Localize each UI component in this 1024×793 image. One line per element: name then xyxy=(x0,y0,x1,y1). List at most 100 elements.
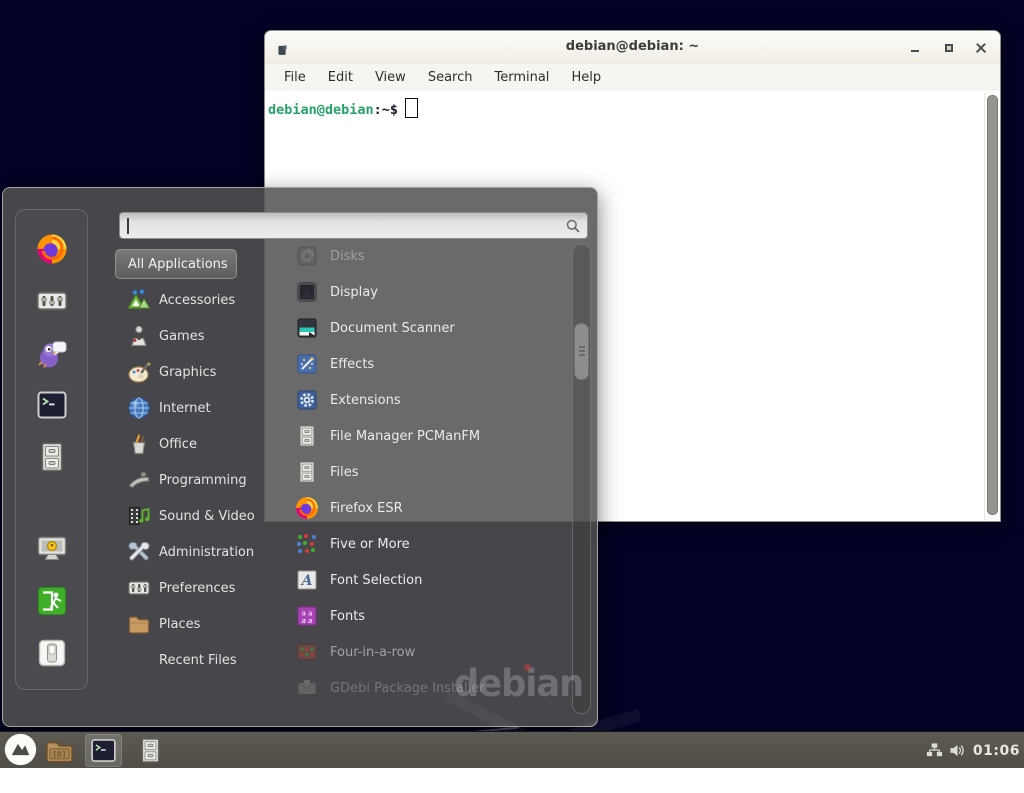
app-item-font-selection[interactable]: AFont Selection xyxy=(285,562,563,598)
minimize-button[interactable] xyxy=(902,31,928,64)
favorite-button[interactable] xyxy=(34,337,70,369)
session-button[interactable] xyxy=(34,585,70,617)
app-label: Firefox ESR xyxy=(330,501,403,516)
category-item-programming[interactable]: Programming xyxy=(115,462,283,498)
favorite-button[interactable] xyxy=(34,441,70,473)
menubar-item-search[interactable]: Search xyxy=(417,67,484,88)
clock[interactable]: 01:06 xyxy=(973,743,1020,759)
preferences-icon xyxy=(127,576,151,600)
taskbar-launcher-menu-logo[interactable] xyxy=(4,733,37,766)
category-item-sound-video[interactable]: Sound & Video xyxy=(115,498,283,534)
lock-screen-icon xyxy=(36,533,68,565)
app-item-file-manager-pcmanfm[interactable]: File Manager PCManFM xyxy=(285,418,563,454)
category-item-graphics[interactable]: Graphics xyxy=(115,354,283,390)
minimize-icon xyxy=(911,50,919,52)
taskbar-launcher-folder[interactable]: [D] xyxy=(44,738,75,764)
terminal-scrollbar[interactable] xyxy=(984,92,999,520)
volume-icon[interactable] xyxy=(949,742,966,759)
category-item-accessories[interactable]: Accessories xyxy=(115,282,283,318)
app-item-document-scanner[interactable]: Document Scanner xyxy=(285,310,563,346)
category-item-office[interactable]: Office xyxy=(115,426,283,462)
svg-text:A: A xyxy=(300,573,313,589)
category-label: Recent Files xyxy=(159,653,237,668)
file-cabinet-icon xyxy=(295,424,319,448)
app-item-display[interactable]: Display xyxy=(285,274,563,310)
terminal-cursor xyxy=(405,98,418,118)
file-cabinet-icon xyxy=(295,460,319,484)
category-item-administration[interactable]: Administration xyxy=(115,534,283,570)
app-item-disks[interactable]: Disks xyxy=(285,238,563,274)
app-item-effects[interactable]: Effects xyxy=(285,346,563,382)
app-label: Five or More xyxy=(330,537,410,552)
favorite-button[interactable] xyxy=(34,285,70,317)
gdebi-icon xyxy=(295,676,319,700)
network-icon[interactable] xyxy=(926,742,943,759)
favorite-button[interactable] xyxy=(34,389,70,421)
menubar-item-view[interactable]: View xyxy=(364,67,417,88)
category-label: Sound & Video xyxy=(159,509,255,524)
category-label: Games xyxy=(159,329,204,344)
menubar-item-edit[interactable]: Edit xyxy=(317,67,364,88)
app-label: Effects xyxy=(330,357,374,372)
fonts-icon: a aa a xyxy=(295,604,319,628)
session-button[interactable] xyxy=(34,533,70,565)
favorites-column xyxy=(15,209,88,690)
settings-panel-icon xyxy=(36,285,68,317)
taskbar-window-terminal[interactable] xyxy=(85,734,122,767)
internet-icon xyxy=(127,396,151,420)
svg-text:a a: a a xyxy=(302,617,313,625)
app-label: Extensions xyxy=(330,393,401,408)
terminal-titlebar[interactable]: debian@debian: ~ xyxy=(265,31,1000,65)
search-input[interactable] xyxy=(127,216,557,235)
shell-prompt: debian@debian:~$ xyxy=(268,98,418,118)
places-icon xyxy=(127,612,151,636)
menu-scrollbar-thumb[interactable] xyxy=(574,323,589,380)
category-label: Administration xyxy=(159,545,254,560)
category-item-internet[interactable]: Internet xyxy=(115,390,283,426)
app-label: Files xyxy=(330,465,359,480)
category-label: Places xyxy=(159,617,200,632)
app-label: Document Scanner xyxy=(330,321,455,336)
category-label: Graphics xyxy=(159,365,216,380)
folder-icon: [D] xyxy=(44,738,75,764)
menubar-item-help[interactable]: Help xyxy=(560,67,612,88)
debian-watermark: debian xyxy=(454,662,583,705)
app-label: File Manager PCManFM xyxy=(330,429,480,444)
category-label: Preferences xyxy=(159,581,235,596)
category-item-recent-files[interactable]: Recent Files xyxy=(115,642,283,678)
menubar-item-terminal[interactable]: Terminal xyxy=(483,67,560,88)
extensions-icon xyxy=(295,388,319,412)
category-item-all-applications[interactable]: All Applications xyxy=(115,249,237,279)
category-item-preferences[interactable]: Preferences xyxy=(115,570,283,606)
terminal-icon xyxy=(90,737,117,764)
display-icon xyxy=(295,280,319,304)
app-item-firefox-esr[interactable]: Firefox ESR xyxy=(285,490,563,526)
four-in-a-row-icon xyxy=(295,640,319,664)
terminal-title: debian@debian: ~ xyxy=(265,39,1000,54)
terminal-scrollbar-thumb[interactable] xyxy=(987,95,998,515)
programming-icon xyxy=(127,468,151,492)
app-item-fonts[interactable]: a aa aFonts xyxy=(285,598,563,634)
category-label: Accessories xyxy=(159,293,235,308)
app-item-extensions[interactable]: Extensions xyxy=(285,382,563,418)
office-icon xyxy=(127,432,151,456)
app-item-five-or-more[interactable]: Five or More xyxy=(285,526,563,562)
category-item-games[interactable]: Games xyxy=(115,318,283,354)
favorite-button[interactable] xyxy=(34,233,70,265)
search-box[interactable] xyxy=(119,212,588,239)
file-cabinet-icon xyxy=(137,736,164,765)
menubar-item-file[interactable]: File xyxy=(273,67,317,88)
close-button[interactable] xyxy=(968,31,994,64)
session-button[interactable] xyxy=(34,637,70,669)
search-icon xyxy=(565,218,581,234)
svg-text:[D]: [D] xyxy=(53,750,66,759)
maximize-button[interactable] xyxy=(936,31,962,64)
terminal-menubar: FileEditViewSearchTerminalHelp xyxy=(265,64,1000,91)
firefox-icon xyxy=(295,496,319,520)
pidgin-icon xyxy=(36,337,68,369)
taskbar-launcher-file-cabinet[interactable] xyxy=(136,735,165,766)
menu-scrollbar[interactable] xyxy=(572,244,591,714)
firefox-icon xyxy=(36,233,68,265)
app-item-files[interactable]: Files xyxy=(285,454,563,490)
category-item-places[interactable]: Places xyxy=(115,606,283,642)
